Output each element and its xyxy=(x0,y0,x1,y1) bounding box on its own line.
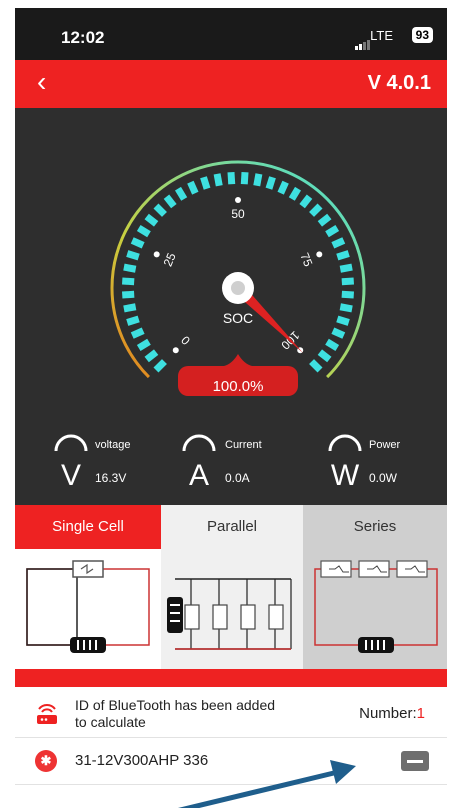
gauge-segment xyxy=(240,172,249,185)
gauge-segment xyxy=(213,173,223,187)
svg-text:W: W xyxy=(331,459,360,489)
gauge-tick-0: 0 xyxy=(178,333,193,348)
gauge-tick-dot xyxy=(153,251,160,258)
chevron-left-icon[interactable]: ‹ xyxy=(37,66,46,98)
soc-value: 100.0% xyxy=(213,378,264,395)
gauge-segment xyxy=(144,213,159,227)
gauge-segment xyxy=(123,263,137,273)
remove-device-button[interactable] xyxy=(401,751,429,771)
gauge-segment xyxy=(163,194,177,209)
soc-gauge: 0 25 50 75 100 SOC 100.0% xyxy=(15,108,447,418)
device-name: 31-12V300AHP 336 xyxy=(75,752,209,769)
gauge-segment xyxy=(288,186,302,201)
gauge-tick-50: 50 xyxy=(231,207,245,221)
status-time: 12:02 xyxy=(61,28,105,47)
status-bar: 12:02 LTE 93 xyxy=(15,8,447,60)
load-icon xyxy=(72,560,104,578)
svg-text:V: V xyxy=(61,459,81,489)
battery-icon xyxy=(167,597,183,633)
gauge-tick-dot xyxy=(235,197,241,203)
gauge-segment xyxy=(122,277,135,286)
gauge-center-label: SOC xyxy=(223,310,253,326)
bluetooth-info-row: ID of BlueTooth has been added to calcul… xyxy=(15,687,447,738)
gauge-segment xyxy=(126,250,140,261)
mode-diagrams xyxy=(15,549,447,679)
voltage-icon: V xyxy=(54,434,88,489)
gauge-segment xyxy=(325,224,340,238)
battery-icon xyxy=(358,637,394,653)
power-icon: W xyxy=(328,434,362,489)
gauge-segment xyxy=(153,203,167,217)
svg-text:A: A xyxy=(189,459,209,489)
tab-parallel[interactable]: Parallel xyxy=(161,505,303,549)
power-label: Power xyxy=(369,439,401,451)
gauge-segment xyxy=(122,290,135,299)
gauge-segment xyxy=(265,176,276,190)
empty-row xyxy=(15,785,447,808)
signal-icon xyxy=(355,32,371,50)
gauge-segment xyxy=(277,180,289,195)
power-value: 0.0W xyxy=(369,471,398,485)
current-meter: A Current 0.0A xyxy=(151,433,281,493)
gauge-segment xyxy=(144,349,159,363)
gauge-segment xyxy=(200,176,211,190)
gauge-segment xyxy=(130,327,145,339)
series-diagram[interactable] xyxy=(303,549,447,669)
version-label: V 4.0.1 xyxy=(367,72,431,94)
app-screen: 12:02 LTE 93 ‹ V 4.0.1 0 25 50 75 SOC 10… xyxy=(15,8,447,808)
gauge-segment xyxy=(136,338,151,352)
power-meter: W Power 0.0W xyxy=(297,433,427,493)
gauge-tick-dot xyxy=(316,251,323,258)
gauge-segment xyxy=(336,250,350,261)
gauge-segment xyxy=(336,315,350,326)
gauge-tick-25: 25 xyxy=(161,251,179,269)
gauge-svg: 0 25 50 75 100 SOC 100.0% xyxy=(110,160,366,396)
tab-series[interactable]: Series xyxy=(303,505,447,549)
voltage-value: 16.3V xyxy=(95,471,127,485)
gauge-segment xyxy=(130,237,145,249)
gauge-tick-75: 75 xyxy=(297,251,315,269)
device-row[interactable]: ✱ 31-12V300AHP 336 xyxy=(15,738,447,785)
current-icon: A xyxy=(182,434,216,489)
tab-single-cell[interactable]: Single Cell xyxy=(15,505,161,549)
gauge-segment xyxy=(309,359,323,373)
bluetooth-info-text: ID of BlueTooth has been added to calcul… xyxy=(75,697,276,730)
gauge-segment xyxy=(341,290,354,299)
single-cell-diagram[interactable] xyxy=(15,549,161,669)
gauge-segment xyxy=(253,173,263,187)
current-value: 0.0A xyxy=(225,471,250,485)
router-icon xyxy=(37,704,57,724)
gauge-segment xyxy=(123,303,137,313)
gauge-segment xyxy=(126,315,140,326)
battery-icon xyxy=(70,637,106,653)
gauge-segment xyxy=(341,277,354,286)
gauge-segment xyxy=(299,194,313,209)
gauge-segment xyxy=(187,180,199,195)
gauge-segment xyxy=(331,327,346,339)
gauge-segment xyxy=(317,213,332,227)
gauge-segment xyxy=(136,224,151,238)
battery-indicator: 93 xyxy=(411,27,433,43)
section-divider xyxy=(15,669,447,687)
voltage-meter: V voltage 16.3V xyxy=(23,433,153,493)
gauge-segment xyxy=(174,186,188,201)
gauge-segment xyxy=(317,349,332,363)
gauge-segment xyxy=(325,338,340,352)
gauge-segment xyxy=(309,203,323,217)
gauge-segment xyxy=(153,359,167,373)
parallel-diagram[interactable] xyxy=(161,549,303,669)
gauge-segment xyxy=(339,263,353,273)
device-count: Number:1 xyxy=(359,705,425,722)
gauge-tick-dot xyxy=(172,347,179,354)
network-type: LTE xyxy=(370,28,393,43)
gauge-segment xyxy=(331,237,346,249)
gauge-segment xyxy=(227,172,236,185)
app-header: ‹ V 4.0.1 xyxy=(15,60,447,108)
voltage-label: voltage xyxy=(95,439,131,451)
mode-tabs: Single Cell Parallel Series xyxy=(15,505,447,549)
current-label: Current xyxy=(225,439,262,451)
gauge-segment xyxy=(339,303,353,313)
bluetooth-icon: ✱ xyxy=(35,750,57,772)
